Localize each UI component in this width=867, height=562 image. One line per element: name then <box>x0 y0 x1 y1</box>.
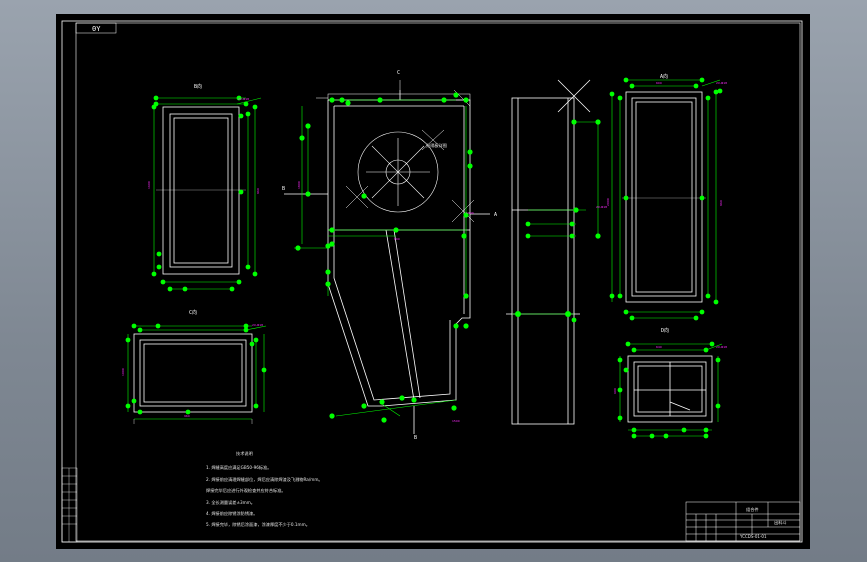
view-b: B向 2X-Φ18 1600 960 <box>147 83 262 292</box>
view-a: A向 2X-Φ18 2000 960 600 <box>606 73 727 321</box>
title-block-material: 组合件 <box>746 506 759 513</box>
corner-code-box: 0Y <box>75 22 117 34</box>
svg-text:960: 960 <box>256 188 260 194</box>
svg-text:2X-Φ18: 2X-Φ18 <box>252 323 263 327</box>
cad-drawing-viewport[interactable]: 0Y B向 2X-Φ18 1600 960 C向 2X-Φ18 1000 960… <box>56 14 810 549</box>
view-front: C B A B 分隔板详图 600 1800 1000 1500 <box>282 70 497 441</box>
svg-text:1000: 1000 <box>466 211 474 215</box>
title-block: 组合件 出料斗 YCCDS-01-01 <box>685 501 801 542</box>
section-c-top: C <box>397 70 400 76</box>
svg-text:600: 600 <box>613 388 617 394</box>
front-dimension-nodes <box>295 92 473 423</box>
revision-table <box>61 467 78 543</box>
note-line: 3. 全长测量误差±3mm。 <box>206 499 255 506</box>
note-line: 4. 焊接前应除锈涂防锈漆。 <box>206 510 257 517</box>
note-line: 2. 焊接前应清理焊缝部位，焊后应清除焊渣及飞溅物Ra/mm。 <box>206 476 323 483</box>
technical-notes: 技术说明 1. 焊缝高度应满足GB50-96标准。 2. 焊接前应清理焊缝部位，… <box>206 450 323 528</box>
svg-text:2000: 2000 <box>606 198 610 206</box>
corner-code: 0Y <box>92 25 101 33</box>
svg-text:1500: 1500 <box>452 419 460 423</box>
svg-text:1800: 1800 <box>297 181 301 189</box>
note-line: 5. 焊接完毕，除锈后涂面漆，涂漆厚度不少于0.1mm。 <box>206 521 310 528</box>
title-block-drawing-no: YCCDS-01-01 <box>739 534 767 539</box>
view-d-label: D向 <box>661 327 669 334</box>
note-line: 1. 焊缝高度应满足GB50-96标准。 <box>206 464 272 471</box>
svg-text:600: 600 <box>656 81 662 85</box>
title-block-name: 出料斗 <box>774 519 787 526</box>
drawing-sheet: 0Y B向 2X-Φ18 1600 960 C向 2X-Φ18 1000 960… <box>61 20 803 543</box>
section-a-marker: A <box>494 212 497 218</box>
outer-frame <box>61 20 803 543</box>
svg-text:600: 600 <box>394 237 400 241</box>
view-c-label: C向 <box>189 309 197 316</box>
svg-text:2X-Φ18: 2X-Φ18 <box>716 345 727 349</box>
svg-text:960: 960 <box>184 414 190 418</box>
notes-title: 技术说明 <box>236 450 253 457</box>
view-side: 2X-Φ18 <box>506 79 607 425</box>
bottom-mark: B <box>414 435 417 441</box>
svg-text:960: 960 <box>719 200 723 206</box>
view-d: D向 2X-Φ18 640 600 <box>613 327 727 439</box>
svg-text:1600: 1600 <box>147 181 151 189</box>
svg-text:2X-Φ18: 2X-Φ18 <box>238 97 249 101</box>
svg-text:1000: 1000 <box>121 368 125 376</box>
view-b-label: B向 <box>194 83 202 90</box>
section-b-marker: B <box>282 186 285 192</box>
svg-text:2X-Φ18: 2X-Φ18 <box>716 81 727 85</box>
note-line: 焊接完毕后应进行外观检查并应符合标准。 <box>206 487 286 494</box>
view-c-left: C向 2X-Φ18 1000 960 <box>121 309 267 424</box>
svg-text:640: 640 <box>656 345 662 349</box>
view-a-label: A向 <box>660 73 668 80</box>
